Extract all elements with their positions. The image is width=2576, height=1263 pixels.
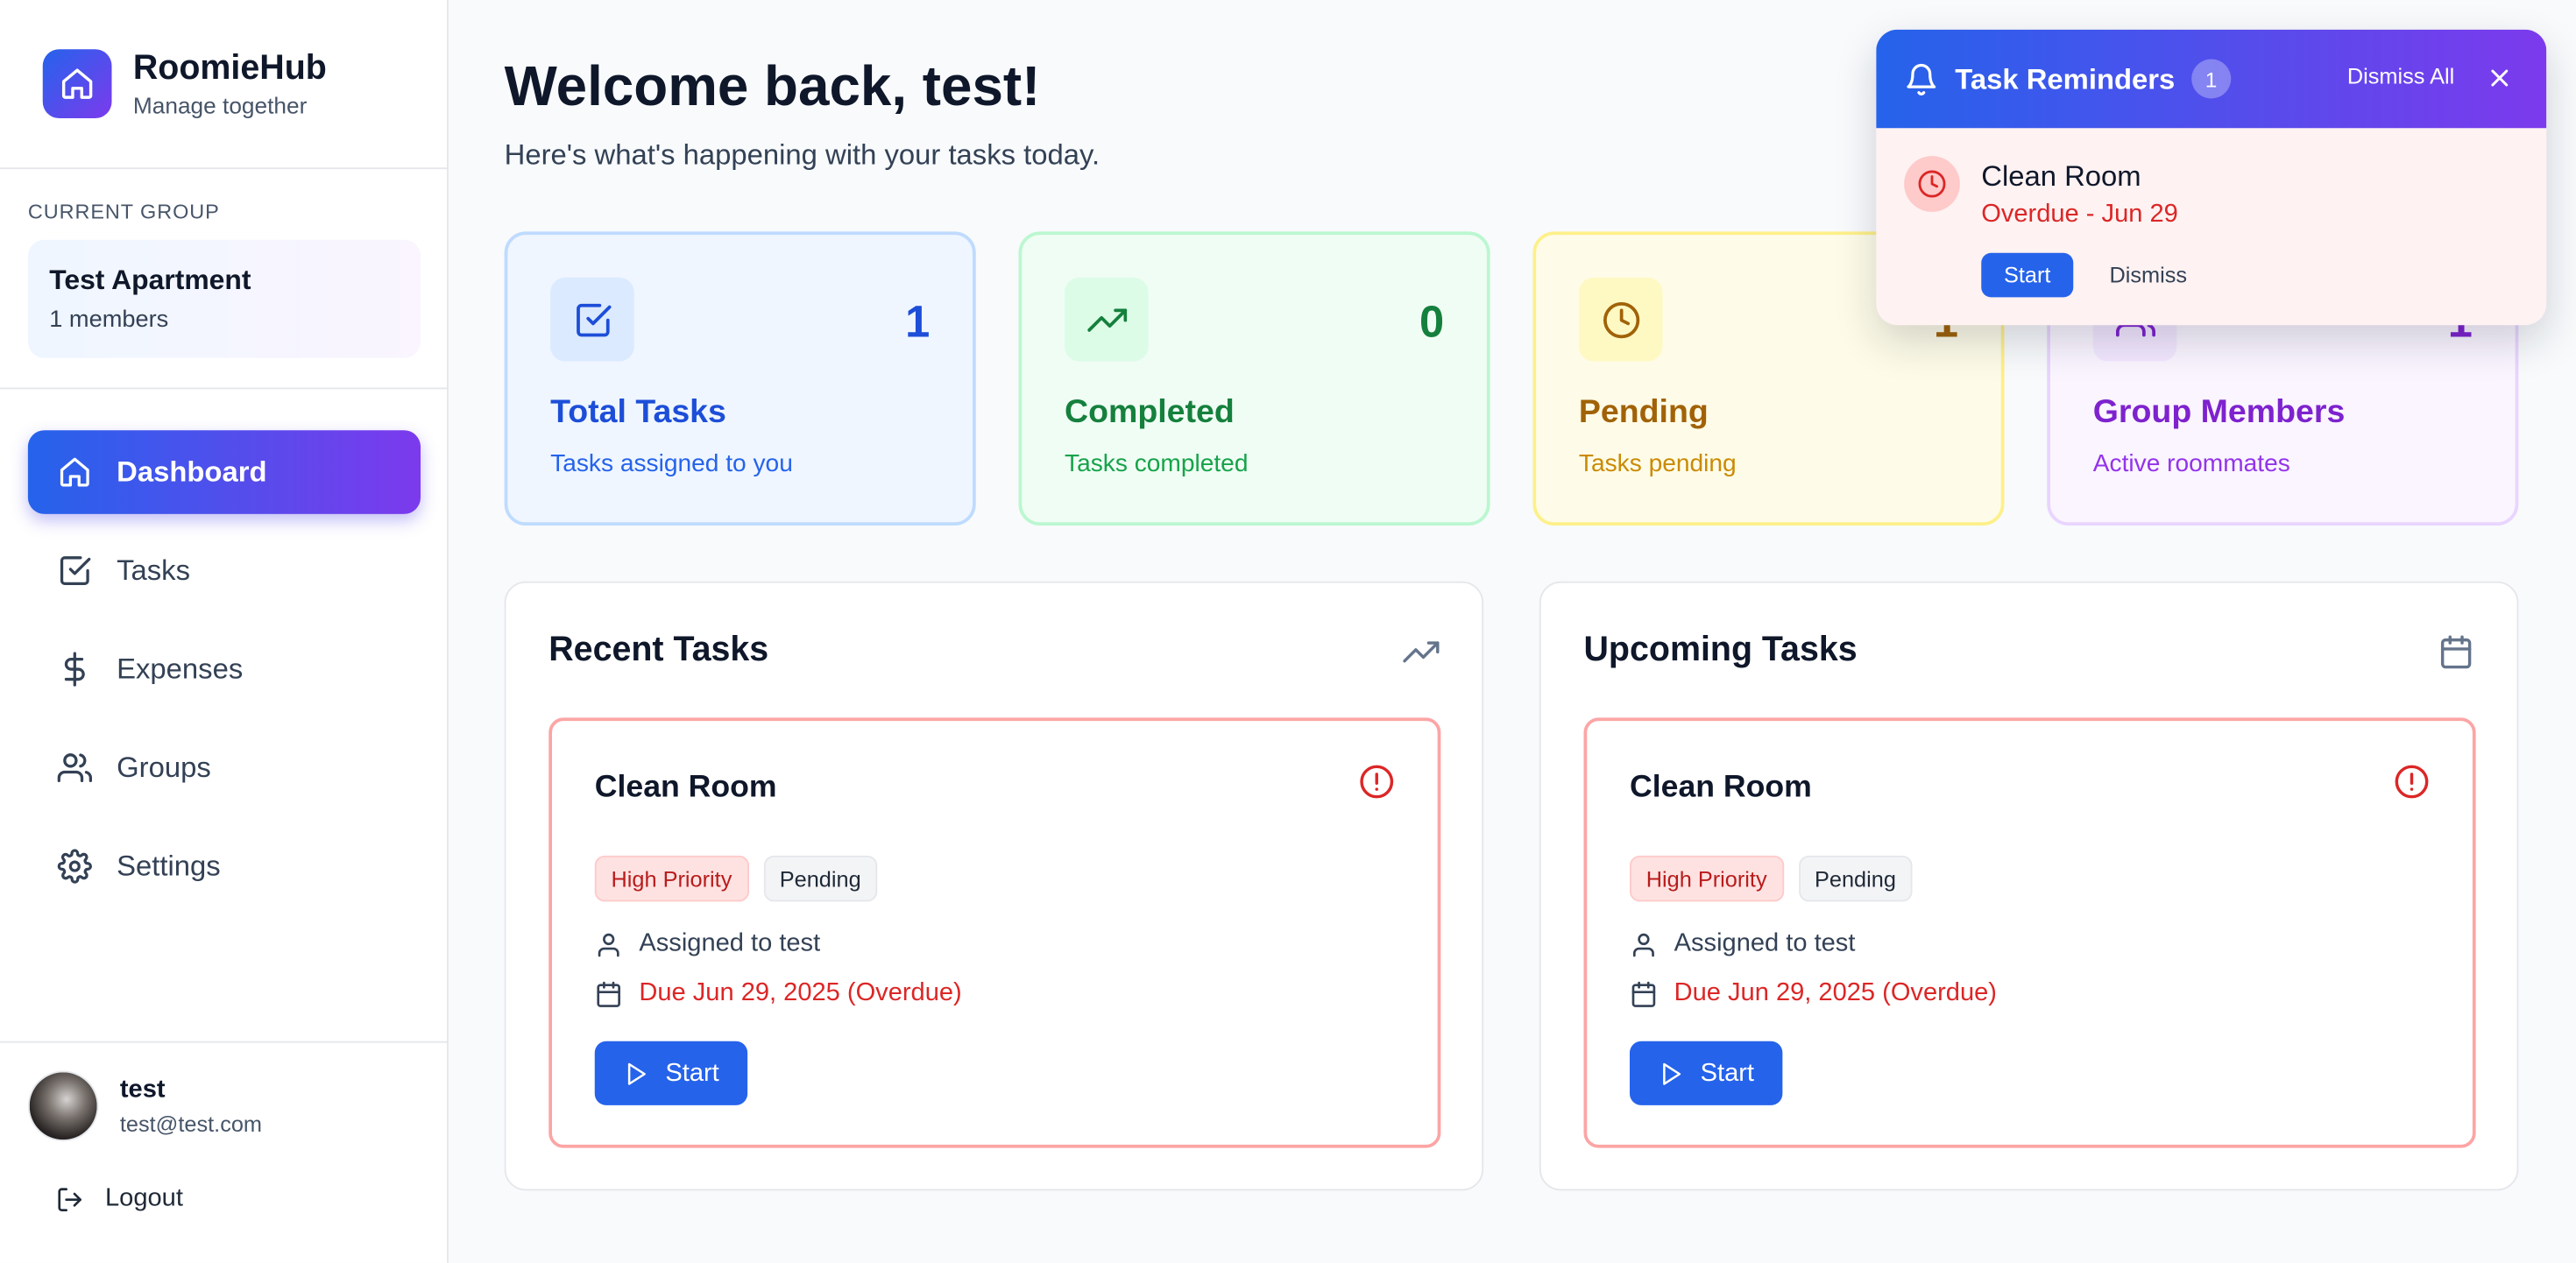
sidebar-item-label: Settings (117, 849, 221, 882)
dollar-icon (56, 651, 92, 687)
logout-button[interactable]: Logout (56, 1184, 183, 1214)
checkbox-icon (550, 277, 634, 362)
reminder-task-title: Clean Room (1981, 159, 2141, 193)
sidebar: RoomieHub Manage together CURRENT GROUP … (0, 0, 449, 1263)
panel-title: Upcoming Tasks (1583, 631, 1858, 669)
stat-value: 1 (905, 297, 931, 347)
sidebar-item-dashboard[interactable]: Dashboard (27, 430, 421, 514)
priority-badge: High Priority (1630, 855, 1784, 902)
task-reminders-popup: Task Reminders 1 Dismiss All Clean Room … (1876, 29, 2547, 326)
user-profile[interactable]: test test@test.com (27, 1070, 263, 1142)
upcoming-tasks-panel: Upcoming Tasks Clean Room High Priority … (1539, 581, 2519, 1191)
start-label: Start (1700, 1058, 1755, 1087)
task-assignee: Assigned to test (1630, 929, 1855, 959)
start-task-button[interactable]: Start (594, 1041, 747, 1105)
play-icon (623, 1060, 649, 1086)
clock-icon (1904, 156, 1960, 212)
reminders-count-badge: 1 (2191, 59, 2232, 99)
dismiss-all-button[interactable]: Dismiss All (2347, 64, 2454, 88)
avatar (27, 1070, 99, 1142)
stat-title: Total Tasks (550, 394, 726, 431)
home-icon (56, 454, 92, 490)
reminder-dismiss-button[interactable]: Dismiss (2090, 253, 2207, 298)
stat-description: Active roommates (2092, 449, 2290, 478)
close-icon[interactable] (2486, 64, 2514, 92)
sidebar-item-label: Dashboard (117, 455, 267, 488)
stat-description: Tasks assigned to you (550, 449, 793, 478)
sidebar-item-tasks[interactable]: Tasks (28, 529, 421, 613)
stat-description: Tasks completed (1065, 449, 1249, 478)
calendar-icon (2438, 634, 2474, 670)
start-task-button[interactable]: Start (1630, 1041, 1782, 1105)
reminders-title: Task Reminders (1955, 61, 2176, 95)
task-due-date: Due Jun 29, 2025 (Overdue) (595, 979, 962, 1009)
sidebar-item-label: Groups (117, 750, 211, 784)
task-card[interactable]: Clean Room High Priority Pending Assigne… (1583, 717, 2476, 1148)
reminders-header: Task Reminders 1 Dismiss All (1876, 29, 2547, 129)
reminder-item: Clean Room Overdue - Jun 29 Start Dismis… (1876, 128, 2546, 325)
divider (0, 387, 449, 390)
start-label: Start (665, 1058, 719, 1087)
logout-icon (56, 1185, 84, 1213)
current-group-label: CURRENT GROUP (27, 200, 220, 223)
brand[interactable]: RoomieHub Manage together (42, 49, 327, 118)
divider (0, 167, 449, 170)
user-icon (1630, 930, 1658, 958)
panel-title: Recent Tasks (548, 631, 769, 669)
reminder-due-text: Overdue - Jun 29 (1981, 200, 2178, 229)
sidebar-item-groups[interactable]: Groups (28, 726, 421, 810)
stat-card-completed: 0 Completed Tasks completed (1018, 231, 1490, 526)
stat-value: 0 (1419, 297, 1445, 347)
home-logo-icon (42, 49, 112, 118)
assignee-text: Assigned to test (639, 929, 821, 958)
app-tagline: Manage together (132, 92, 308, 118)
alert-circle-icon (1359, 764, 1395, 800)
task-card[interactable]: Clean Room High Priority Pending Assigne… (548, 717, 1441, 1148)
stat-card-total-tasks: 1 Total Tasks Tasks assigned to you (504, 231, 976, 526)
user-email: test@test.com (119, 1111, 263, 1137)
task-title: Clean Room (594, 770, 777, 805)
stat-title: Completed (1065, 394, 1235, 431)
calendar-icon (595, 979, 623, 1007)
calendar-icon (1630, 979, 1658, 1007)
group-members-count: 1 members (49, 307, 169, 334)
assignee-text: Assigned to test (1674, 929, 1856, 958)
due-text: Due Jun 29, 2025 (Overdue) (1674, 978, 1997, 1007)
stat-title: Pending (1578, 394, 1709, 431)
play-icon (1658, 1060, 1684, 1086)
task-assignee: Assigned to test (595, 929, 820, 959)
trending-up-icon (1403, 634, 1440, 670)
sidebar-item-expenses[interactable]: Expenses (28, 627, 421, 711)
sidebar-item-label: Tasks (117, 553, 191, 587)
sidebar-item-settings[interactable]: Settings (28, 824, 421, 908)
logout-label: Logout (105, 1183, 183, 1212)
stat-description: Tasks pending (1578, 449, 1737, 478)
page-title: Welcome back, test! (504, 55, 1041, 118)
stat-title: Group Members (2092, 394, 2346, 431)
task-due-date: Due Jun 29, 2025 (Overdue) (1630, 979, 1997, 1009)
reminder-start-button[interactable]: Start (1981, 252, 2074, 298)
users-icon (56, 750, 92, 786)
current-group-card[interactable]: Test Apartment 1 members (27, 239, 421, 358)
page-subtitle: Here's what's happening with your tasks … (504, 138, 1100, 172)
status-badge: Pending (1798, 855, 1913, 902)
due-text: Due Jun 29, 2025 (Overdue) (639, 978, 962, 1007)
sidebar-item-label: Expenses (117, 652, 244, 685)
sidebar-nav: Dashboard Tasks Expenses Groups Settings (27, 430, 421, 923)
task-title: Clean Room (1630, 770, 1812, 805)
group-name: Test Apartment (49, 264, 251, 296)
gear-icon (56, 848, 92, 884)
bell-icon (1904, 61, 1938, 95)
user-icon (595, 930, 623, 958)
divider (0, 1041, 449, 1043)
status-badge: Pending (762, 855, 878, 902)
user-name: test (119, 1076, 166, 1104)
app-name: RoomieHub (132, 49, 327, 88)
clock-icon (1578, 277, 1663, 362)
checkbox-icon (56, 553, 92, 589)
alert-circle-icon (2394, 764, 2430, 800)
priority-badge: High Priority (594, 855, 749, 902)
trending-up-icon (1065, 277, 1149, 362)
recent-tasks-panel: Recent Tasks Clean Room High Priority Pe… (504, 581, 1484, 1191)
